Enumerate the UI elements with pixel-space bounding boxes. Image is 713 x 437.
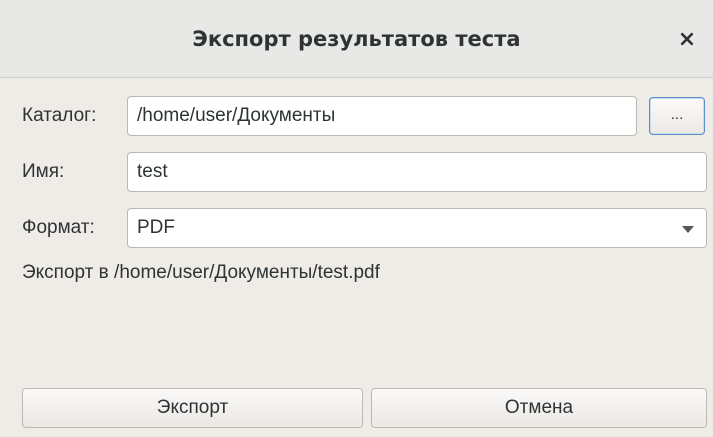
format-select[interactable]: PDF: [127, 208, 707, 248]
export-path-text: Экспорт в /home/user/Документы/test.pdf: [22, 262, 380, 283]
browse-button[interactable]: ...: [649, 97, 705, 135]
titlebar: Экспорт результатов теста ×: [0, 0, 713, 78]
name-input[interactable]: test: [127, 152, 707, 192]
close-button[interactable]: ×: [669, 21, 705, 57]
close-icon: ×: [677, 26, 697, 52]
name-label: Имя:: [22, 161, 65, 182]
cancel-button[interactable]: Отмена: [371, 388, 707, 428]
catalog-input[interactable]: /home/user/Документы: [127, 96, 637, 136]
format-select-value: PDF: [137, 217, 175, 238]
export-button[interactable]: Экспорт: [22, 388, 363, 428]
catalog-label: Каталог:: [22, 105, 97, 126]
export-dialog: Экспорт результатов теста × Каталог: /ho…: [0, 0, 713, 437]
format-label: Формат:: [22, 217, 95, 238]
dialog-title: Экспорт результатов теста: [192, 27, 521, 51]
chevron-down-icon: [682, 226, 694, 233]
